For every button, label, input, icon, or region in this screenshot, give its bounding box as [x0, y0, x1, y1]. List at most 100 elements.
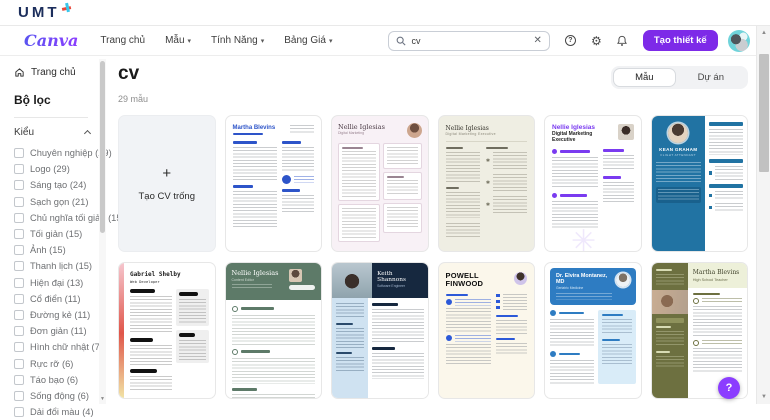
checkbox[interactable]: [14, 326, 24, 336]
help-button[interactable]: ?: [718, 377, 740, 399]
checkbox[interactable]: [14, 294, 24, 304]
filter-dai-doi-mau[interactable]: Dải đổi màu (4): [14, 404, 106, 420]
template-card-gabriel-shelby[interactable]: Gabriel Shelby Web Developer: [118, 262, 216, 399]
sidebar-scrollbar-thumb[interactable]: [100, 61, 105, 233]
template-card-elvira-montanez[interactable]: Dr. Elvira Montanez, MDGeriatric Medicin…: [544, 262, 642, 399]
checkbox[interactable]: [14, 407, 24, 417]
canva-navbar: Canva Trang chủ Mẫu▾ Tính Năng▾ Bảng Giá…: [0, 26, 756, 56]
filter-sach-gon[interactable]: Sạch gọn (21): [14, 194, 106, 210]
blank-card-label: Tạo CV trống: [139, 191, 196, 202]
filter-hien-dai[interactable]: Hiện đại (13): [14, 275, 106, 291]
checkbox[interactable]: [14, 359, 24, 369]
profile-photo: [652, 290, 688, 314]
template-card-keith-shannons[interactable]: Keith ShannonsSoftware Engineer: [331, 262, 429, 399]
template-grid-row2: Gabriel Shelby Web Developer Nellie Igle…: [118, 262, 748, 399]
chevron-down-icon: ▾: [329, 37, 333, 45]
filter-song-dong[interactable]: Sống động (6): [14, 388, 106, 404]
cv-preview-header: Nellie IglesiasContent Editor: [226, 263, 322, 300]
checkbox[interactable]: [14, 391, 24, 401]
checkbox[interactable]: [14, 342, 24, 352]
nav-item-trang-chu[interactable]: Trang chủ: [100, 35, 145, 46]
profile-photo: [332, 263, 372, 298]
view-toggle: Mẫu Dự án: [611, 66, 748, 89]
profile-photo: [616, 273, 630, 287]
filter-duong-ke[interactable]: Đường kẻ (11): [14, 307, 106, 323]
template-card-powell-finwood[interactable]: POWELL FINWOOD: [438, 262, 536, 399]
filter-don-gian[interactable]: Đơn giản (11): [14, 323, 106, 339]
nav-item-tinh-nang[interactable]: Tính Năng▾: [211, 35, 264, 46]
template-card-nellie-iglesias-pink[interactable]: Nellie IglesiasDigital Marketing: [331, 115, 429, 252]
page-scrollbar-thumb[interactable]: [759, 54, 769, 172]
tab-templates[interactable]: Mẫu: [613, 68, 675, 87]
checkbox[interactable]: [14, 245, 24, 255]
template-card-nellie-iglesias-purple[interactable]: ✳ Nellie IglesiasDigital Marketing Execu…: [544, 115, 642, 252]
sidebar: Trang chủ Bộ lọc Kiểu Chuyên nghiệp (29)…: [0, 57, 106, 404]
avatar[interactable]: [728, 30, 750, 52]
checkbox[interactable]: [14, 229, 24, 239]
nav-item-bang-gia[interactable]: Bảng Giá▾: [284, 35, 332, 46]
cv-preview-header: Nellie IglesiasDigital Marketing: [338, 123, 422, 138]
checkbox[interactable]: [14, 261, 24, 271]
filter-tao-bao[interactable]: Táo bạo (6): [14, 372, 106, 388]
filter-ruc-ro[interactable]: Rực rỡ (6): [14, 355, 106, 371]
checkbox[interactable]: [14, 213, 24, 223]
filter-chuyen-nghiep[interactable]: Chuyên nghiệp (29): [14, 145, 106, 161]
template-card-nellie-iglesias-cream[interactable]: Nellie Iglesias Digital Marketing Execut…: [438, 115, 536, 252]
plus-icon: +: [162, 165, 171, 182]
navbar-icons: ? ⚙: [564, 34, 629, 47]
divider: [446, 141, 528, 142]
sidebar-scrollbar[interactable]: ▼: [99, 59, 106, 404]
checkbox[interactable]: [14, 197, 24, 207]
help-icon[interactable]: ?: [564, 34, 577, 47]
sidebar-item-home[interactable]: Trang chủ: [0, 61, 106, 84]
search-bar[interactable]: ✕: [388, 31, 549, 51]
filter-chu-nghia-toi-gian[interactable]: Chủ nghĩa tối giản (15): [14, 210, 106, 226]
canva-logo[interactable]: Canva: [24, 31, 78, 50]
home-icon: [14, 67, 25, 78]
filter-anh[interactable]: Ảnh (15): [14, 242, 106, 258]
filter-thanh-lich[interactable]: Thanh lịch (15): [14, 258, 106, 274]
template-card-martha-blevins-blue[interactable]: Martha Blevins: [225, 115, 323, 252]
checkbox[interactable]: [14, 375, 24, 385]
profile-photo: [407, 123, 422, 138]
chevron-down-icon: ▾: [261, 37, 265, 45]
umt-logo: UMT: [18, 4, 60, 21]
gear-icon[interactable]: ⚙: [590, 34, 603, 47]
checkbox[interactable]: [14, 148, 24, 158]
cv-preview-lines: [705, 116, 747, 251]
filter-group-kieu[interactable]: Kiểu: [0, 118, 106, 145]
create-design-button[interactable]: Tạo thiết kế: [643, 30, 718, 51]
scroll-down-arrow[interactable]: ▼: [757, 394, 770, 400]
checkbox[interactable]: [14, 164, 24, 174]
clear-search-icon[interactable]: ✕: [533, 36, 541, 46]
filter-co-dien[interactable]: Cổ điển (11): [14, 291, 106, 307]
tab-projects[interactable]: Dự án: [676, 68, 746, 87]
page-title: cv: [118, 64, 148, 85]
page-scrollbar[interactable]: ▲ ▼: [756, 26, 770, 404]
cv-preview-header: Nellie IglesiasDigital Marketing Executi…: [552, 124, 634, 144]
checkbox[interactable]: [14, 310, 24, 320]
nav-item-mau[interactable]: Mẫu▾: [165, 35, 191, 46]
cv-preview-lines: [332, 298, 428, 398]
scroll-down-arrow[interactable]: ▼: [99, 396, 106, 402]
filter-sang-tao[interactable]: Sáng tạo (24): [14, 177, 106, 193]
cv-preview-header: Dr. Elvira Montanez, MDGeriatric Medicin…: [550, 268, 636, 305]
checkbox[interactable]: [14, 180, 24, 190]
result-count: 29 mẫu: [118, 94, 148, 104]
create-blank-cv-card[interactable]: + Tạo CV trống: [118, 115, 216, 252]
search-input[interactable]: [411, 36, 528, 46]
template-card-kean-graham[interactable]: KEAN GRAHAM FLIGHT ATTENDANT: [651, 115, 749, 252]
nav-menu: Trang chủ Mẫu▾ Tính Năng▾ Bảng Giá▾: [100, 35, 332, 46]
bell-icon[interactable]: [616, 34, 629, 47]
filter-hinh-chu-nhat[interactable]: Hình chữ nhật (7): [14, 339, 106, 355]
scroll-up-arrow[interactable]: ▲: [757, 30, 770, 36]
template-card-nellie-iglesias-green[interactable]: Nellie IglesiasContent Editor: [225, 262, 323, 399]
filter-list: Chuyên nghiệp (29) Logo (29) Sáng tạo (2…: [0, 145, 106, 420]
cv-preview-lines: [130, 289, 209, 390]
filter-toi-gian[interactable]: Tối giản (15): [14, 226, 106, 242]
filter-logo[interactable]: Logo (29): [14, 161, 106, 177]
main-content: cv 29 mẫu Mẫu Dự án + Tạo CV trống Marth…: [106, 57, 756, 404]
profile-photo: [618, 124, 634, 140]
checkbox[interactable]: [14, 278, 24, 288]
umt-plus-icon: [62, 3, 73, 14]
